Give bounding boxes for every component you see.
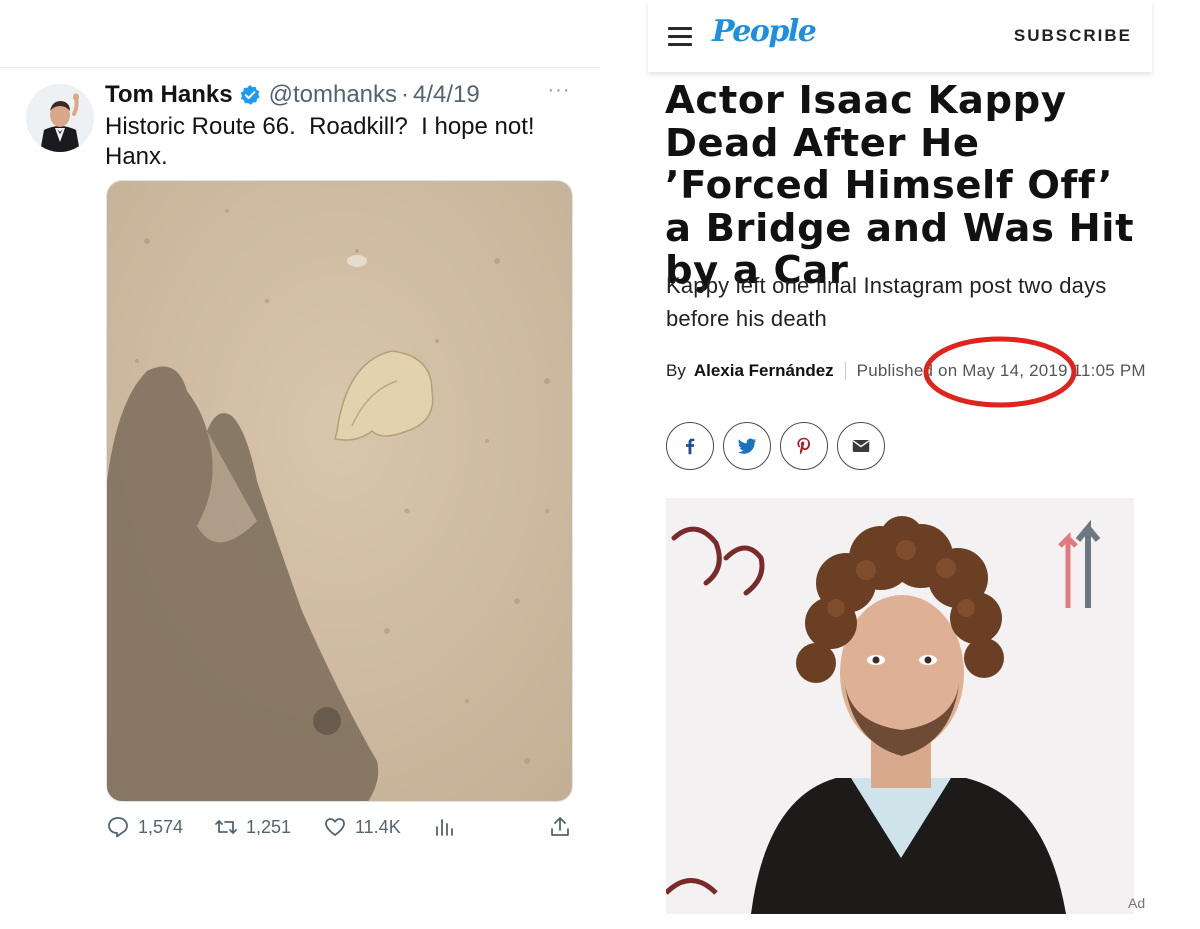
byline-divider	[844, 362, 846, 380]
like-button[interactable]: 11.4K	[323, 812, 401, 842]
author-name[interactable]: Tom Hanks	[105, 81, 233, 109]
reply-count: 1,574	[138, 816, 184, 837]
site-header: People SUBSCRIBE	[648, 0, 1152, 72]
twitter-icon	[737, 438, 757, 454]
like-count: 11.4K	[355, 816, 401, 837]
reply-icon	[108, 817, 128, 838]
tweet-actions: 1,574 1,251 11.4K	[106, 812, 576, 842]
reply-button[interactable]: 1,574	[106, 812, 183, 842]
facebook-icon	[686, 438, 695, 455]
tweet-photo[interactable]	[106, 180, 573, 802]
article-dek: Kappy left one final Instagram post two …	[666, 273, 1107, 331]
hamburger-menu-icon[interactable]	[668, 27, 692, 46]
article-headline: Actor Isaac Kappy Dead After He ’Forced …	[665, 78, 1135, 293]
author-handle[interactable]: @tomhanks	[269, 81, 397, 109]
subscribe-button[interactable]: SUBSCRIBE	[1014, 26, 1132, 46]
share-buttons	[666, 422, 885, 470]
views-button[interactable]	[432, 812, 456, 842]
header-separator: ·	[401, 81, 410, 108]
email-icon	[852, 440, 870, 452]
pinterest-icon	[797, 437, 811, 455]
pinterest-share-button[interactable]	[780, 422, 828, 470]
author-link[interactable]: Alexia Fernández	[694, 361, 834, 381]
tweet-header: Tom Hanks @tomhanks · 4/4/19	[105, 80, 480, 110]
retweet-icon	[215, 820, 237, 834]
twitter-share-button[interactable]	[723, 422, 771, 470]
avatar[interactable]	[26, 84, 94, 152]
verified-badge-icon	[239, 84, 261, 106]
share-button[interactable]	[548, 812, 572, 842]
ad-label: Ad	[1128, 895, 1146, 911]
people-logo[interactable]: People	[712, 14, 817, 49]
like-icon	[325, 818, 345, 836]
email-share-button[interactable]	[837, 422, 885, 470]
published-date: Published on May 14, 2019 11:05 PM	[856, 361, 1146, 380]
portrait-photo	[666, 498, 1134, 914]
avatar-image	[26, 84, 94, 152]
more-icon[interactable]: ···	[545, 80, 573, 108]
views-icon	[436, 819, 453, 836]
byline-by: By	[666, 361, 686, 380]
tweet-top-divider	[0, 67, 600, 68]
facebook-share-button[interactable]	[666, 422, 714, 470]
article-hero-image[interactable]	[666, 498, 1134, 914]
tweet-panel: Tom Hanks @tomhanks · 4/4/19 ··· Histori…	[0, 0, 600, 929]
retweet-button[interactable]: 1,251	[214, 812, 291, 842]
tweet-date[interactable]: 4/4/19	[413, 81, 480, 109]
shadow-on-gravel-photo	[107, 181, 572, 801]
article-panel: People SUBSCRIBE Actor Isaac Kappy Dead …	[648, 0, 1152, 929]
byline: By Alexia Fernández Published on May 14,…	[666, 359, 1146, 383]
retweet-count: 1,251	[246, 816, 292, 837]
tweet-text: Historic Route 66. Roadkill? I hope not!…	[105, 113, 535, 170]
share-icon	[551, 817, 569, 836]
